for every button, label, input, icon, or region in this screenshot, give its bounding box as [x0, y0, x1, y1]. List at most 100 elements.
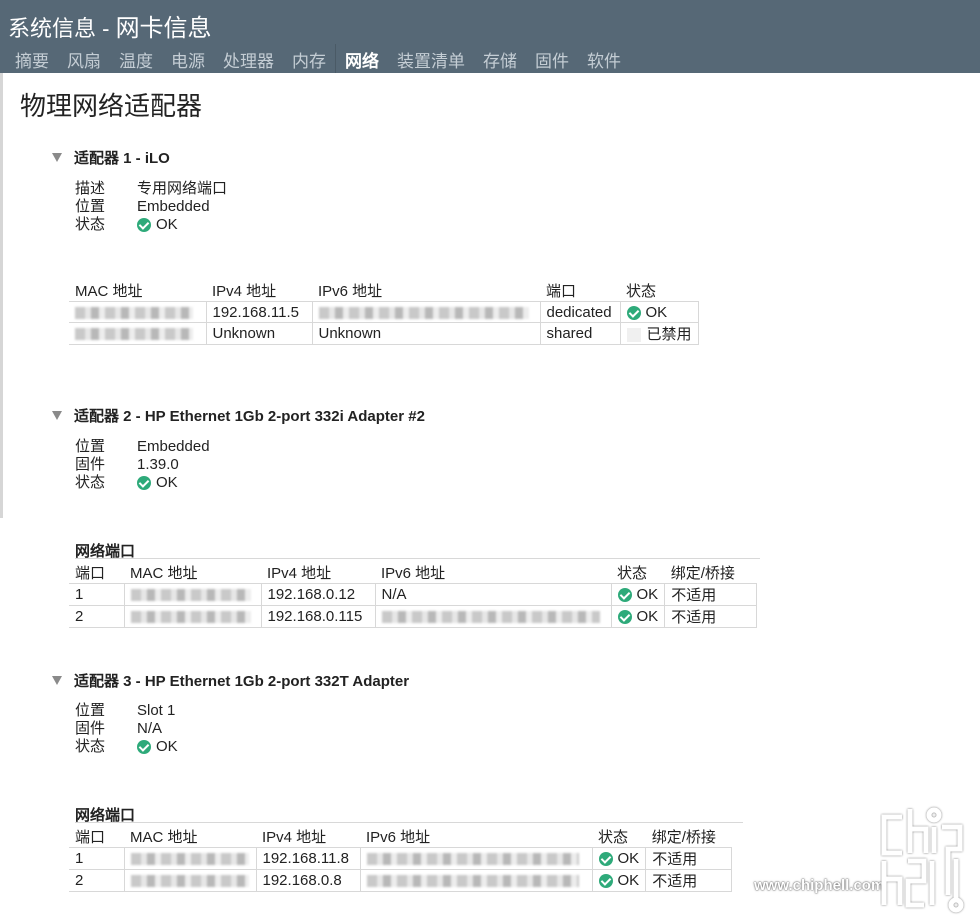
ipv6-cell: [374, 605, 612, 628]
tab-fans[interactable]: 风扇: [58, 44, 110, 73]
status-text: OK: [636, 608, 659, 625]
prop-value: Embedded: [137, 198, 210, 215]
status-text: OK: [156, 216, 178, 233]
bond-cell: 不适用: [645, 869, 733, 892]
table-row: 192.168.11.5 dedicated OK: [69, 301, 699, 323]
prop-key: 位置: [75, 198, 106, 215]
tab-firmware[interactable]: 固件: [526, 44, 578, 73]
disabled-icon: [626, 328, 641, 343]
tab-device-inventory[interactable]: 装置清单: [388, 44, 474, 73]
status-text: OK: [156, 474, 178, 491]
tab-power[interactable]: 电源: [162, 44, 214, 73]
redacted-mac: [130, 611, 251, 624]
prop-key: 状态: [75, 216, 106, 233]
col-mac: MAC 地址: [75, 283, 143, 300]
title-main: 网卡信息: [115, 15, 212, 42]
port-cell: dedicated: [539, 301, 621, 323]
col-bond: 绑定/桥接: [651, 829, 716, 846]
redacted-mac: [130, 853, 249, 866]
bond-cell: 不适用: [645, 847, 733, 870]
port-cell: 2: [69, 605, 125, 628]
check-circle-icon: [598, 852, 613, 867]
status-text: OK: [636, 586, 659, 603]
redacted-ipv6: [381, 611, 600, 624]
tab-network[interactable]: 网络: [335, 44, 388, 73]
tab-memory[interactable]: 内存: [283, 44, 335, 73]
chiphell-logo-icon: [881, 807, 964, 913]
prop-value: Embedded: [137, 438, 210, 455]
prop-key: 固件: [75, 456, 106, 473]
ipv4-cell: 192.168.0.115: [260, 605, 376, 628]
top-bar: 系统信息 - 网卡信息 摘要 风扇 温度 电源 处理器 内存 网络 装置清单 存…: [0, 0, 980, 73]
watermark-text: www.chiphell.com: [754, 877, 885, 894]
tab-storage[interactable]: 存储: [474, 44, 526, 73]
bond-cell: 不适用: [664, 583, 758, 606]
port-cell: 2: [69, 869, 125, 892]
col-status: 状态: [617, 565, 648, 582]
adapter-3-header[interactable]: 适配器 3 - HP Ethernet 1Gb 2-port 332T Adap…: [52, 670, 409, 691]
status-cell: OK: [591, 869, 647, 892]
redacted-mac: [75, 306, 193, 319]
redacted-mac: [75, 328, 193, 341]
port-cell: shared: [539, 322, 621, 345]
ipv6-cell: [311, 301, 541, 323]
check-circle-icon: [617, 588, 632, 603]
adapter-3-title: 适配器 3 - HP Ethernet 1Gb 2-port 332T Adap…: [74, 673, 410, 690]
col-port: 端口: [75, 565, 106, 582]
adapter-2-properties: 位置 Embedded 固件 1.39.0 状态 OK: [75, 438, 210, 492]
check-circle-icon: [137, 218, 151, 232]
col-ipv6: IPv6 地址: [366, 829, 431, 846]
ipv4-cell: 192.168.11.8: [255, 847, 361, 870]
status-text: OK: [617, 850, 640, 867]
watermark: www.chiphell.com: [752, 805, 980, 915]
tab-summary[interactable]: 摘要: [6, 44, 58, 73]
prop-value: 专用网络端口: [137, 180, 228, 197]
table-row: 2 192.168.0.8 OK 不适用: [69, 869, 733, 892]
ipv4-cell: Unknown: [205, 322, 313, 345]
ipv6-cell: [359, 847, 593, 870]
mac-cell: [123, 605, 262, 628]
redacted-mac: [130, 589, 251, 602]
adapter-1-title: 适配器 1 - iLO: [74, 150, 170, 167]
col-status: 状态: [626, 283, 657, 300]
prop-key: 状态: [75, 738, 106, 755]
status-cell: OK: [610, 605, 666, 628]
tab-software[interactable]: 软件: [578, 44, 630, 73]
adapter-1-header[interactable]: 适配器 1 - iLO: [52, 147, 170, 168]
window-title: 系统信息 - 网卡信息: [8, 8, 212, 43]
mac-cell: [69, 301, 207, 323]
divider: [75, 558, 760, 559]
table-row: 2 192.168.0.115 OK 不适用: [69, 605, 758, 628]
bond-cell: 不适用: [664, 605, 758, 628]
status-text: OK: [156, 738, 178, 755]
col-port: 端口: [75, 829, 106, 846]
status-cell: 已禁用: [619, 322, 699, 345]
collapse-triangle-icon[interactable]: [52, 411, 62, 420]
divider: [75, 822, 743, 823]
col-bond: 绑定/桥接: [670, 565, 735, 582]
adapter-2-header[interactable]: 适配器 2 - HP Ethernet 1Gb 2-port 332i Adap…: [52, 405, 425, 426]
collapse-triangle-icon[interactable]: [52, 676, 62, 685]
col-ipv6: IPv6 地址: [381, 565, 446, 582]
status-cell: OK: [610, 583, 666, 606]
mac-cell: [123, 869, 257, 892]
left-scroll-edge: [0, 73, 3, 518]
table-header-row: 端口 MAC 地址 IPv4 地址 IPv6 地址 状态 绑定/桥接: [69, 562, 757, 584]
tab-bar: 摘要 风扇 温度 电源 处理器 内存 网络 装置清单 存储 固件 软件: [6, 44, 630, 73]
tab-processors[interactable]: 处理器: [214, 44, 283, 73]
status-text: OK: [617, 872, 640, 889]
mac-cell: [123, 847, 257, 870]
col-ipv6: IPv6 地址: [318, 283, 383, 300]
col-status: 状态: [598, 829, 629, 846]
mac-cell: [123, 583, 262, 606]
col-ipv4: IPv4 地址: [212, 283, 277, 300]
ipv6-cell: Unknown: [311, 322, 541, 345]
status-cell: OK: [619, 301, 699, 323]
prop-key: 描述: [75, 180, 106, 197]
tab-temperature[interactable]: 温度: [110, 44, 162, 73]
prop-value: 1.39.0: [137, 456, 179, 473]
col-ipv4: IPv4 地址: [262, 829, 327, 846]
adapter-3-properties: 位置 Slot 1 固件 N/A 状态 OK: [75, 702, 178, 756]
col-ipv4: IPv4 地址: [267, 565, 332, 582]
collapse-triangle-icon[interactable]: [52, 153, 62, 162]
